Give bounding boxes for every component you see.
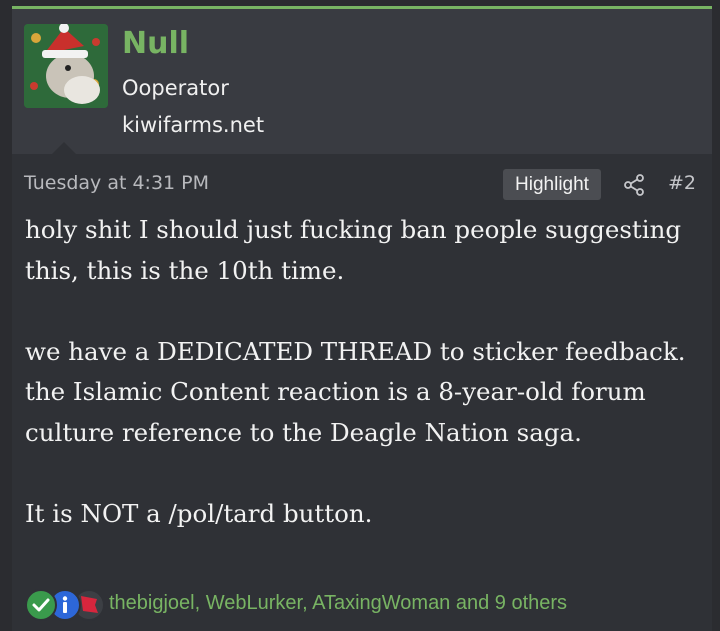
post-content: holy shit I should just fucking ban peop… xyxy=(25,210,695,534)
highlight-button[interactable]: Highlight xyxy=(503,169,601,200)
check-reaction-icon[interactable] xyxy=(25,589,57,621)
post-paragraph-spacer xyxy=(25,453,695,494)
reaction-users-link[interactable]: thebigjoel, WebLurker, ATaxingWoman and … xyxy=(109,592,567,615)
header-pointer xyxy=(52,142,76,154)
post-number-link[interactable]: #2 xyxy=(668,172,696,194)
username[interactable]: Null xyxy=(122,26,189,61)
reaction-icons[interactable] xyxy=(25,588,105,621)
avatar[interactable] xyxy=(24,24,108,108)
post-paragraph: It is NOT a /pol/tard button. xyxy=(25,498,373,528)
post-user-header xyxy=(12,9,712,154)
avatar-image-icon xyxy=(24,24,108,108)
post-paragraph: holy shit I should just fucking ban peop… xyxy=(25,215,689,285)
user-title: Ooperator xyxy=(122,76,229,100)
reactions-bar[interactable]: thebigjoel, WebLurker, ATaxingWoman and … xyxy=(25,588,567,621)
post-paragraph-spacer xyxy=(25,291,695,332)
share-icon[interactable] xyxy=(622,173,646,197)
user-site: kiwifarms.net xyxy=(122,113,265,137)
post-paragraph: we have a DEDICATED THREAD to sticker fe… xyxy=(25,336,686,447)
post-date[interactable]: Tuesday at 4:31 PM xyxy=(24,172,209,194)
